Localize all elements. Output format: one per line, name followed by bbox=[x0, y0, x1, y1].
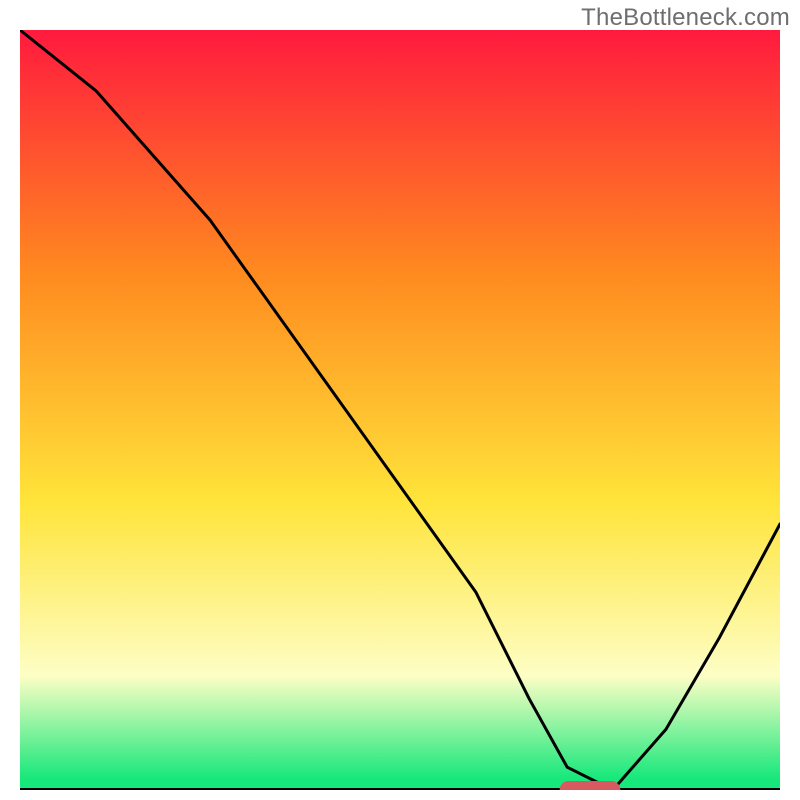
optimal-marker bbox=[560, 781, 621, 790]
plot-area bbox=[20, 30, 780, 790]
watermark-label: TheBottleneck.com bbox=[581, 4, 790, 32]
chart-root: TheBottleneck.com bbox=[0, 0, 800, 800]
chart-svg bbox=[20, 30, 780, 790]
gradient-background bbox=[20, 30, 780, 790]
